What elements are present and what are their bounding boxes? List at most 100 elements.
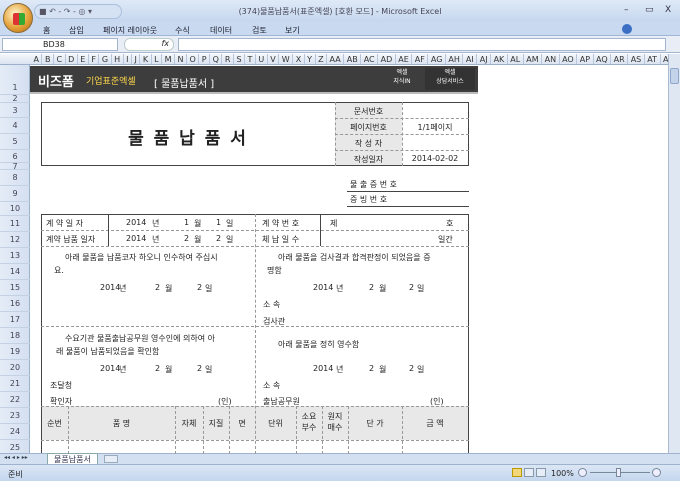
tab-home[interactable]: 홈 <box>43 25 50 36</box>
maximize-button[interactable]: ▭ <box>645 5 654 15</box>
row-header[interactable]: 17 <box>0 312 30 328</box>
info-value[interactable]: 2014-02-02 <box>402 154 468 163</box>
column-header[interactable]: AI <box>463 54 478 64</box>
row-header[interactable]: 11 <box>0 216 30 232</box>
row-header[interactable]: 14 <box>0 264 30 280</box>
row-header[interactable]: 2 <box>0 95 30 103</box>
column-header[interactable]: Q <box>210 54 223 64</box>
sheet-nav-buttons[interactable]: ◂◂ ◂ ▸ ▸▸ <box>4 454 28 461</box>
insert-sheet-icon[interactable] <box>104 455 118 463</box>
column-header[interactable]: AN <box>542 54 560 64</box>
row-header[interactable]: 12 <box>0 232 30 248</box>
column-header[interactable]: AM <box>524 54 543 64</box>
column-header[interactable]: U <box>256 54 268 64</box>
tab-data[interactable]: 데이터 <box>210 25 232 36</box>
row-header[interactable]: 8 <box>0 170 30 186</box>
column-header[interactable]: J <box>132 54 141 64</box>
column-header[interactable]: L <box>152 54 163 64</box>
column-header[interactable]: B <box>42 54 54 64</box>
row-header[interactable]: 7 <box>0 163 30 171</box>
row-header[interactable]: 15 <box>0 280 30 296</box>
tab-review[interactable]: 검토 <box>252 25 267 36</box>
column-header[interactable]: AS <box>628 54 645 64</box>
normal-view-icon[interactable] <box>512 468 522 477</box>
column-header[interactable]: AT <box>645 54 661 64</box>
row-header[interactable]: 21 <box>0 376 30 392</box>
page-layout-view-icon[interactable] <box>524 468 534 477</box>
row-header[interactable]: 18 <box>0 328 30 344</box>
row-header[interactable]: 10 <box>0 202 30 216</box>
row-header[interactable]: 9 <box>0 186 30 202</box>
zoom-out-icon[interactable] <box>578 468 587 477</box>
insert-function-button[interactable]: fx <box>124 38 174 51</box>
row-header[interactable]: 20 <box>0 360 30 376</box>
column-header[interactable]: Y <box>305 54 316 64</box>
column-header[interactable]: M <box>162 54 175 64</box>
column-header[interactable]: AE <box>396 54 413 64</box>
row-header[interactable]: 19 <box>0 344 30 360</box>
zoom-in-icon[interactable] <box>652 468 661 477</box>
column-header[interactable]: E <box>78 54 89 64</box>
column-header[interactable]: AU <box>661 54 668 64</box>
column-header[interactable]: AR <box>611 54 629 64</box>
formula-input[interactable] <box>178 38 666 51</box>
column-header[interactable]: AL <box>508 54 524 64</box>
column-header[interactable]: I <box>124 54 132 64</box>
column-header[interactable]: AK <box>491 54 508 64</box>
column-header[interactable]: A <box>31 54 43 64</box>
column-header[interactable]: Z <box>316 54 328 64</box>
column-header[interactable]: H <box>112 54 124 64</box>
column-header[interactable]: AB <box>344 54 362 64</box>
page-break-view-icon[interactable] <box>536 468 546 477</box>
column-header[interactable]: AJ <box>477 54 492 64</box>
column-header[interactable]: AG <box>428 54 446 64</box>
column-header[interactable]: C <box>54 54 66 64</box>
column-header[interactable]: AQ <box>594 54 612 64</box>
close-button[interactable]: X <box>665 5 671 15</box>
office-button[interactable] <box>3 3 33 33</box>
column-header[interactable]: V <box>268 54 280 64</box>
row-header[interactable]: 3 <box>0 103 30 118</box>
column-header[interactable]: S <box>234 54 246 64</box>
tab-view[interactable]: 보기 <box>285 25 300 36</box>
row-header[interactable]: 16 <box>0 296 30 312</box>
quick-access-toolbar[interactable]: ■ ↶ - ↷ - ◎ ▾ <box>34 4 122 19</box>
row-header[interactable]: 13 <box>0 248 30 264</box>
excel-consult-button[interactable]: 엑셀 상담서비스 <box>425 68 475 90</box>
scroll-thumb[interactable] <box>670 68 679 84</box>
column-header[interactable]: AC <box>361 54 379 64</box>
column-header[interactable]: AP <box>577 54 594 64</box>
column-header[interactable]: R <box>222 54 234 64</box>
column-header[interactable]: W <box>279 54 294 64</box>
row-header[interactable]: 22 <box>0 392 30 408</box>
column-header[interactable]: K <box>140 54 152 64</box>
column-header[interactable]: AF <box>412 54 429 64</box>
column-header[interactable]: AH <box>446 54 464 64</box>
column-header[interactable]: O <box>187 54 200 64</box>
tab-formulas[interactable]: 수식 <box>175 25 190 36</box>
column-header[interactable]: N <box>175 54 187 64</box>
column-header[interactable]: AA <box>327 54 345 64</box>
row-header[interactable]: 4 <box>0 118 30 134</box>
tab-page-layout[interactable]: 페이지 레이아웃 <box>103 25 157 36</box>
column-header[interactable]: X <box>293 54 305 64</box>
column-header[interactable]: T <box>245 54 256 64</box>
minimize-button[interactable]: – <box>624 5 629 15</box>
column-header[interactable]: F <box>89 54 100 64</box>
vertical-scrollbar[interactable] <box>668 54 680 453</box>
column-header[interactable]: P <box>199 54 211 64</box>
excel-knowledge-button[interactable]: 엑셀 지식IN <box>382 68 422 90</box>
column-header[interactable]: D <box>66 54 78 64</box>
row-header[interactable]: 23 <box>0 408 30 424</box>
help-icon[interactable] <box>622 24 632 34</box>
row-header[interactable]: 1 <box>0 66 30 95</box>
row-header[interactable]: 24 <box>0 424 30 440</box>
column-header[interactable]: AD <box>378 54 396 64</box>
zoom-slider-thumb[interactable] <box>616 468 621 477</box>
row-header[interactable]: 5 <box>0 134 30 150</box>
name-box[interactable]: BD38 <box>2 38 118 51</box>
column-header[interactable]: G <box>99 54 112 64</box>
tab-insert[interactable]: 삽입 <box>69 25 84 36</box>
info-value[interactable]: 1/1페이지 <box>402 122 468 133</box>
column-header[interactable]: AO <box>560 54 578 64</box>
